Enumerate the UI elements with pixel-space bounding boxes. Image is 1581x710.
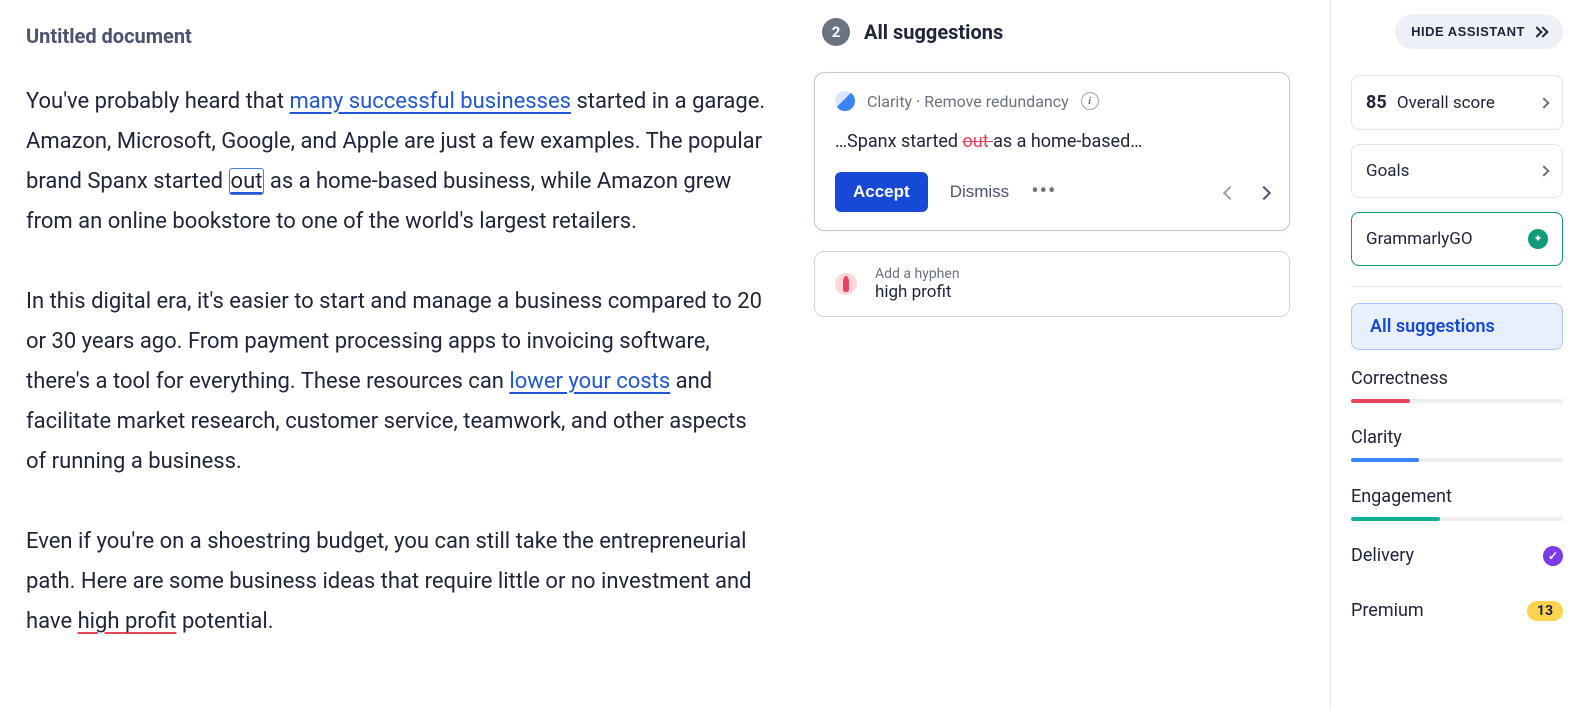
card-header: Clarity · Remove redundancy i [815,73,1289,115]
assistant-sidebar: HIDE ASSISTANT 85 Overall score Goals Gr… [1330,0,1581,710]
suggestions-header: 2 All suggestions [814,18,1290,46]
category-correctness[interactable]: Correctness [1351,364,1563,409]
chevron-right-icon [1257,185,1271,199]
dismiss-button[interactable]: Dismiss [950,182,1010,202]
card-nav [1225,183,1269,202]
category-label: Correctness [1351,368,1563,389]
text: You've probably heard that [26,89,290,114]
clarity-icon [835,91,855,111]
bar-fill [1351,458,1419,462]
category-label: Premium 13 [1351,600,1563,621]
next-button[interactable] [1259,183,1269,202]
hide-assistant-button[interactable]: HIDE ASSISTANT [1395,14,1563,49]
correctness-icon [835,273,857,295]
divider [1351,286,1563,287]
more-icon[interactable]: ••• [1031,187,1056,197]
goals-label: Goals [1366,161,1409,181]
card-category: Clarity · Remove redundancy [867,92,1069,111]
score-label: Overall score [1397,93,1495,113]
category-label: Delivery [1351,545,1563,566]
suggestion-card-collapsed[interactable]: Add a hyphen high profit [814,251,1290,317]
category-bar [1351,517,1563,521]
suggestions-panel: 2 All suggestions Clarity · Remove redun… [790,0,1330,710]
suggestions-title: All suggestions [864,20,1003,44]
category-delivery[interactable]: Delivery [1351,541,1563,582]
link-businesses[interactable]: many successful businesses [290,89,571,114]
document-title[interactable]: Untitled document [26,24,770,48]
chevron-right-icon [1538,165,1549,176]
collapsed-text: high profit [875,282,960,302]
paragraph-2: In this digital era, it's easier to star… [26,282,770,482]
editor-panel: Untitled document You've probably heard … [0,0,790,710]
text: potential. [177,609,274,634]
category-engagement[interactable]: Engagement [1351,482,1563,527]
category-label: Engagement [1351,486,1563,507]
card-preview: …Spanx started out as a home-based… [815,115,1289,160]
sparkle-icon [1528,229,1548,249]
grammarlygo-card[interactable]: GrammarlyGO [1351,212,1563,266]
category-bar [1351,458,1563,462]
all-suggestions-filter[interactable]: All suggestions [1351,303,1563,350]
chevron-right-icon [1538,97,1549,108]
suggestion-card-active[interactable]: Clarity · Remove redundancy i …Spanx sta… [814,72,1290,231]
highlight-out[interactable]: out [229,168,265,195]
hide-label: HIDE ASSISTANT [1411,24,1525,39]
label-text: Premium [1351,600,1424,621]
preview-pre: …Spanx started [835,131,963,152]
bar-fill [1351,517,1440,521]
premium-count-badge: 13 [1527,601,1563,621]
bar-fill [1351,399,1410,403]
label-text: Delivery [1351,545,1414,566]
preview-strike: out [963,131,994,152]
category-label: Clarity [1351,427,1563,448]
category-premium[interactable]: Premium 13 [1351,596,1563,637]
link-lower-costs[interactable]: lower your costs [509,369,670,394]
paragraph-1: You've probably heard that many successf… [26,82,770,242]
document-body[interactable]: You've probably heard that many successf… [26,82,770,642]
double-chevron-right-icon [1533,28,1547,36]
accept-button[interactable]: Accept [835,172,928,212]
goals-card[interactable]: Goals [1351,144,1563,198]
category-clarity[interactable]: Clarity [1351,423,1563,468]
check-icon [1543,546,1563,566]
paragraph-3: Even if you're on a shoestring budget, y… [26,522,770,642]
chevron-left-icon [1223,185,1237,199]
error-high-profit[interactable]: high profit [78,609,177,634]
info-icon[interactable]: i [1081,92,1099,110]
prev-button[interactable] [1225,183,1235,202]
card-actions: Accept Dismiss ••• [815,160,1289,230]
go-label: GrammarlyGO [1366,229,1473,249]
preview-post: as a home-based… [993,131,1142,152]
score-value: 85 [1366,92,1387,113]
collapsed-hint: Add a hyphen [875,266,960,282]
suggestion-count-badge: 2 [822,18,850,46]
overall-score-card[interactable]: 85 Overall score [1351,75,1563,130]
category-bar [1351,399,1563,403]
